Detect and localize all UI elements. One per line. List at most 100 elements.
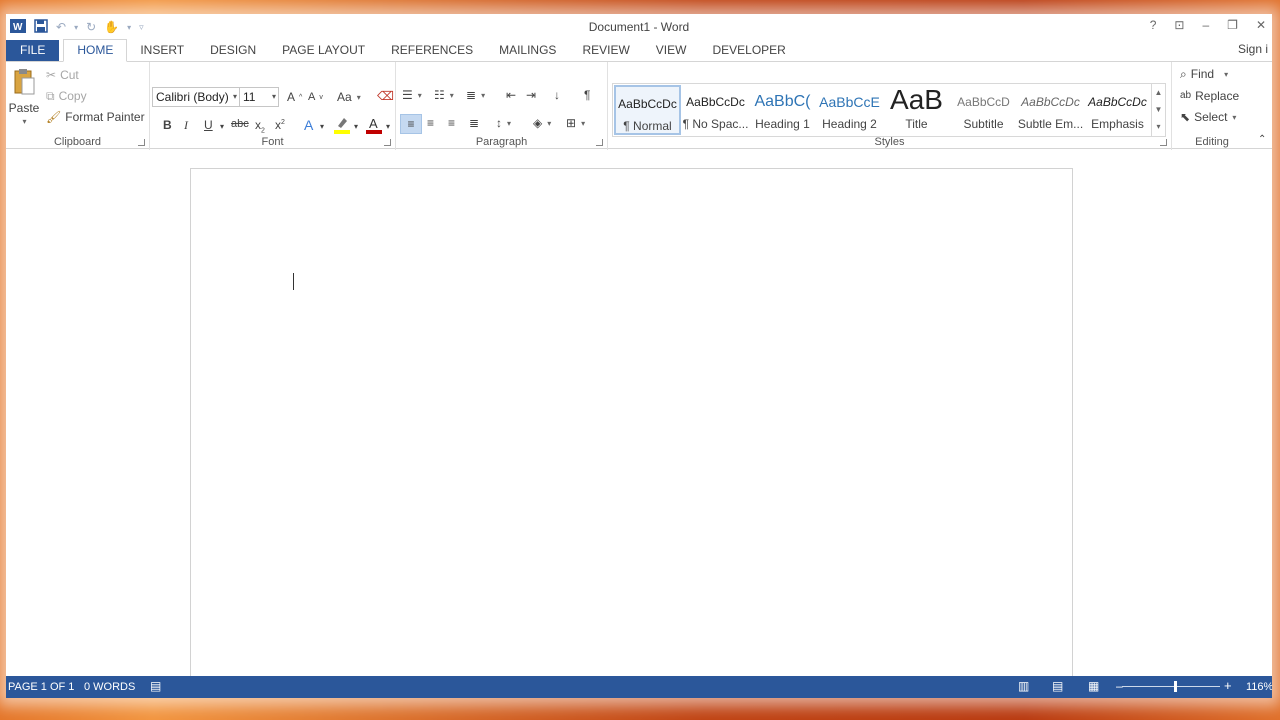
tab-mailings[interactable]: MAILINGS — [486, 40, 569, 62]
style-title[interactable]: AaB Title — [883, 85, 950, 135]
bold-icon[interactable]: B — [163, 118, 172, 132]
word-count[interactable]: 0 WORDS — [84, 681, 135, 693]
line-spacing-dropdown-icon: ▾ — [507, 118, 512, 128]
align-left-icon[interactable]: ≡ — [400, 114, 422, 134]
font-color-dropdown-icon[interactable]: ▾ — [386, 122, 390, 131]
tab-view[interactable]: VIEW — [643, 40, 700, 62]
multilevel-list-icon[interactable]: ≣ ▾ — [466, 88, 485, 102]
font-color-icon[interactable]: A — [366, 116, 382, 137]
paintbrush-icon: 🖌 — [46, 110, 62, 124]
zoom-slider[interactable] — [1122, 686, 1220, 687]
title-bar: W ↶ ▾ ↻ ✋ ▾ ▿ Document1 - Word ? ⊡ – ❐ ✕ — [6, 14, 1272, 40]
decrease-indent-icon[interactable]: ⇤ — [506, 88, 516, 102]
style-subtitle[interactable]: AaBbCcD Subtitle — [950, 85, 1017, 135]
superscript-icon[interactable]: x2 — [275, 118, 285, 132]
paragraph-launcher-icon[interactable] — [596, 139, 603, 146]
sign-in-link[interactable]: Sign i — [1238, 42, 1268, 56]
shrink-font-icon[interactable]: Av — [308, 91, 323, 103]
ribbon-display-options-icon[interactable]: ⊡ — [1174, 18, 1184, 32]
strikethrough-icon[interactable]: abc — [231, 118, 249, 130]
web-layout-icon[interactable]: ▦ — [1088, 679, 1099, 693]
justify-icon[interactable]: ≣ — [469, 116, 479, 130]
clear-formatting-icon[interactable]: ⌫ — [377, 89, 394, 103]
italic-icon[interactable]: I — [184, 118, 188, 133]
clipboard-launcher-icon[interactable] — [138, 139, 145, 146]
grow-font-icon[interactable]: A ^ — [287, 90, 302, 104]
text-effects-dropdown-icon[interactable]: ▾ — [320, 122, 324, 131]
font-group-label: Font — [261, 136, 284, 148]
tab-page-layout[interactable]: PAGE LAYOUT — [269, 40, 378, 62]
style-heading-1[interactable]: AaBbC( Heading 1 — [749, 85, 816, 135]
chevron-down-icon[interactable]: ▼ — [1152, 101, 1165, 118]
cut-button[interactable]: ✂ Cut — [46, 68, 79, 82]
style-heading-2[interactable]: AaBbCcE Heading 2 — [816, 85, 883, 135]
styles-launcher-icon[interactable] — [1160, 139, 1167, 146]
line-spacing-icon[interactable]: ↕ ▾ — [496, 116, 511, 130]
change-case-button[interactable]: Aa ▾ — [337, 90, 361, 104]
style-normal[interactable]: AaBbCcDc ¶ Normal — [614, 85, 681, 135]
style-no-spacing[interactable]: AaBbCcDc ¶ No Spac... — [682, 85, 749, 135]
restore-icon[interactable]: ❐ — [1227, 18, 1238, 32]
collapse-ribbon-icon[interactable]: ⌃ — [1258, 134, 1266, 145]
replace-button[interactable]: ab Replace — [1180, 89, 1239, 103]
chevron-up-icon[interactable]: ▲ — [1152, 84, 1165, 101]
print-layout-icon[interactable]: ▤ — [1052, 679, 1063, 693]
increase-indent-icon[interactable]: ⇥ — [526, 88, 536, 102]
paste-button[interactable]: Paste ▾ — [9, 68, 39, 126]
tab-design[interactable]: DESIGN — [197, 40, 269, 62]
close-icon[interactable]: ✕ — [1256, 18, 1266, 32]
tab-references[interactable]: REFERENCES — [378, 40, 486, 62]
read-mode-icon[interactable]: ▥ — [1018, 679, 1029, 693]
zoom-slider-thumb[interactable] — [1174, 681, 1177, 692]
select-button[interactable]: ⬉ Select ▾ — [1180, 110, 1236, 124]
minimize-icon[interactable]: – — [1202, 18, 1209, 32]
font-name-combo[interactable]: Calibri (Body) ▾ — [152, 87, 240, 107]
help-icon[interactable]: ? — [1150, 18, 1157, 32]
borders-icon[interactable]: ⊞ ▾ — [566, 116, 585, 130]
tab-developer[interactable]: DEVELOPER — [699, 40, 798, 62]
align-right-icon[interactable]: ≡ — [448, 116, 455, 130]
find-button[interactable]: ⌕ Find ▾ — [1180, 67, 1228, 81]
page-count[interactable]: PAGE 1 OF 1 — [8, 681, 74, 693]
font-size-combo[interactable]: 11 ▾ — [239, 87, 279, 107]
font-group: Calibri (Body) ▾ 11 ▾ A ^ Av Aa ▾ ⌫ B I U … — [150, 62, 396, 150]
highlight-color-icon[interactable] — [334, 116, 350, 137]
bullets-icon[interactable]: ☰ ▾ — [402, 88, 422, 102]
ribbon: Paste ▾ ✂ Cut ⧉ Copy 🖌 Format Painter Cl… — [6, 61, 1272, 150]
tab-home[interactable]: HOME — [63, 39, 128, 62]
document-workspace — [6, 150, 1272, 688]
scissors-icon: ✂ — [46, 68, 57, 82]
more-styles-icon[interactable]: ▾ — [1152, 118, 1165, 135]
document-page[interactable] — [190, 168, 1073, 688]
show-formatting-marks-icon[interactable]: ¶ — [584, 88, 590, 102]
numbering-icon[interactable]: ☷ ▾ — [434, 88, 454, 102]
paste-dropdown-icon[interactable]: ▾ — [22, 117, 26, 126]
ribbon-tabs: FILE HOME INSERT DESIGN PAGE LAYOUT REFE… — [6, 39, 1272, 62]
underline-icon[interactable]: U — [204, 118, 213, 132]
cursor-icon: ⬉ — [1180, 110, 1191, 124]
font-launcher-icon[interactable] — [384, 139, 391, 146]
copy-icon: ⧉ — [46, 89, 55, 103]
proofing-icon[interactable]: ▤ — [150, 679, 161, 693]
paragraph-group-label: Paragraph — [475, 136, 528, 148]
underline-dropdown-icon[interactable]: ▾ — [220, 122, 224, 131]
tab-insert[interactable]: INSERT — [127, 40, 197, 62]
text-effects-icon[interactable]: A — [304, 117, 313, 133]
font-name-dropdown-icon[interactable]: ▾ — [233, 88, 237, 106]
style-preview: AaBbCcDc — [1088, 95, 1147, 109]
zoom-in-icon[interactable]: + — [1224, 678, 1232, 693]
tab-review[interactable]: REVIEW — [569, 40, 642, 62]
sort-icon[interactable]: ↓ — [554, 88, 560, 102]
format-painter-button[interactable]: 🖌 Format Painter — [46, 110, 145, 124]
align-center-icon[interactable]: ≡ — [427, 116, 434, 130]
highlight-dropdown-icon[interactable]: ▾ — [354, 122, 358, 131]
copy-button[interactable]: ⧉ Copy — [46, 89, 87, 103]
style-emphasis[interactable]: AaBbCcDc Emphasis — [1084, 85, 1151, 135]
shading-icon[interactable]: ◈ ▾ — [533, 116, 551, 130]
font-size-dropdown-icon[interactable]: ▾ — [272, 88, 276, 106]
tab-file[interactable]: FILE — [6, 40, 60, 62]
subscript-icon[interactable]: x2 — [255, 118, 265, 134]
editing-group: ⌕ Find ▾ ab Replace ⬉ Select ▾ Editing — [1172, 62, 1252, 150]
zoom-level[interactable]: 116% — [1246, 681, 1272, 693]
style-subtle-emphasis[interactable]: AaBbCcDc Subtle Em... — [1017, 85, 1084, 135]
